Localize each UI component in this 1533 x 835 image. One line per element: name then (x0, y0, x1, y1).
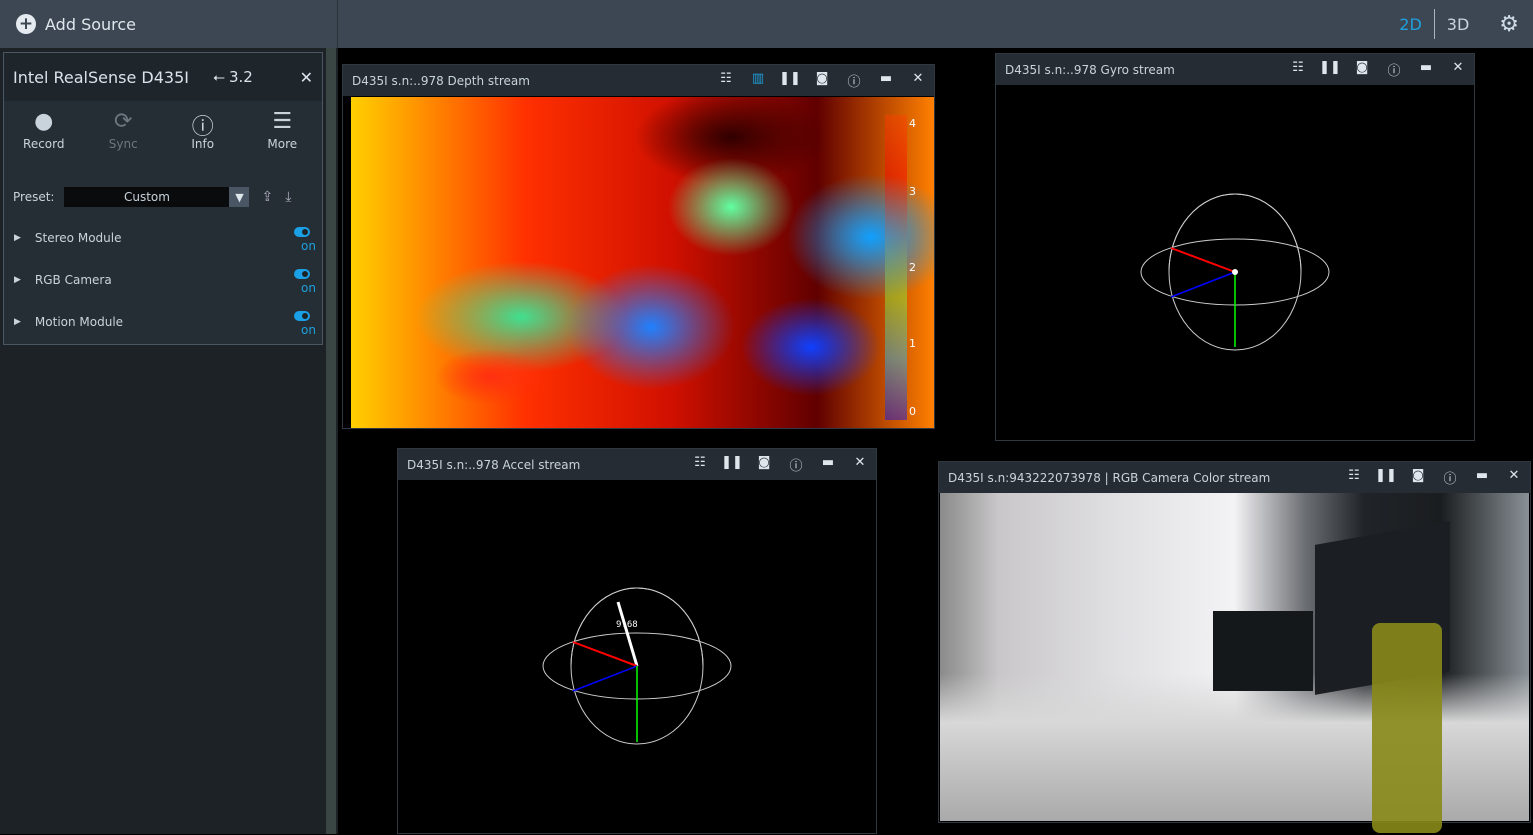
monitor (1213, 611, 1313, 691)
add-source-label: Add Source (45, 14, 137, 34)
menu-icon: ☰ (272, 109, 293, 134)
camera-icon[interactable]: ◙ (806, 71, 838, 90)
colorbar-label: 1 (909, 337, 916, 350)
stream-title: D435I s.n:..978 Gyro stream (1005, 62, 1175, 77)
info-icon[interactable]: ⓘ (1434, 468, 1466, 487)
z-axis (1170, 271, 1236, 298)
close-icon[interactable]: ✕ (300, 68, 313, 87)
accel-sphere: 9.68 (542, 587, 732, 745)
options-icon[interactable]: ☷ (684, 455, 716, 474)
close-icon[interactable]: ✕ (1442, 60, 1474, 79)
module-motion[interactable]: ▶ Motion Module on (4, 301, 322, 343)
add-source-button[interactable]: + Add Source (0, 0, 338, 48)
preset-label: Preset: (13, 190, 55, 204)
module-toggle[interactable] (294, 311, 310, 321)
module-toggle[interactable] (294, 227, 310, 237)
maximize-icon[interactable]: ▬ (812, 455, 844, 474)
sync-icon: ⟳ (114, 109, 133, 134)
expand-icon: ▶ (14, 275, 21, 285)
pause-icon[interactable]: ❚❚ (1314, 60, 1346, 79)
camera-icon[interactable]: ◙ (1346, 60, 1378, 79)
more-button[interactable]: ☰ More (243, 101, 323, 171)
expand-icon: ▶ (14, 317, 21, 327)
rgb-image[interactable] (940, 493, 1529, 833)
mode-2d-button[interactable]: 2D (1387, 15, 1434, 34)
download-icon[interactable]: ⤓ (285, 189, 291, 205)
usb-version: 3.2 (229, 68, 253, 86)
module-label: Stereo Module (34, 231, 122, 245)
preset-select[interactable]: Custom ▼ (64, 187, 250, 207)
pause-icon[interactable]: ❚❚ (716, 455, 748, 474)
device-name: Intel RealSense D435I (13, 67, 189, 87)
info-label: Info (191, 137, 215, 151)
colorbar-label: 0 (909, 405, 916, 418)
depth-stream-window: D435I s.n:..978 Depth stream ☷ ▥ ❚❚ ◙ ⓘ ▬ ✕ 4 … (342, 64, 935, 429)
close-icon[interactable]: ✕ (844, 455, 876, 474)
info-icon: ⓘ (191, 115, 214, 140)
bottle (1372, 623, 1442, 833)
sidebar-scrollbar[interactable] (326, 48, 336, 834)
info-icon[interactable]: ⓘ (838, 71, 870, 90)
depth-image[interactable] (351, 97, 934, 428)
info-icon[interactable]: ⓘ (1378, 60, 1410, 79)
options-icon[interactable]: ☷ (710, 71, 742, 90)
options-icon[interactable]: ☷ (1338, 468, 1370, 487)
colorbar-label: 4 (909, 117, 916, 130)
chevron-down-icon: ▼ (229, 187, 250, 207)
x-axis (1170, 247, 1236, 273)
gear-icon[interactable]: ⚙ (1481, 12, 1533, 37)
record-label: Record (23, 137, 65, 151)
top-bar: + Add Source 2D 3D ⚙ (0, 0, 1533, 48)
camera-icon[interactable]: ◙ (748, 455, 780, 474)
gyro-stream-window: D435I s.n:..978 Gyro stream ☷ ❚❚ ◙ ⓘ ▬ ✕ (995, 53, 1475, 441)
stream-title: D435I s.n:..978 Accel stream (407, 457, 581, 472)
sync-label: Sync (108, 137, 138, 151)
metrics-icon[interactable]: ▥ (742, 71, 774, 90)
record-button[interactable]: ● Record (4, 101, 84, 171)
device-panel: Intel RealSense D435I ⭠ 3.2 ✕ ● Record ⟳ Sy… (3, 52, 323, 345)
stream-title: D435I s.n:..978 Depth stream (352, 73, 530, 88)
preset-value: Custom (123, 190, 170, 204)
colorbar-label: 2 (909, 261, 916, 274)
maximize-icon[interactable]: ▬ (1410, 60, 1442, 79)
accel-stream-window: D435I s.n:..978 Accel stream ☷ ❚❚ ◙ ⓘ ▬ ✕ 9.6… (397, 448, 877, 834)
sync-button[interactable]: ⟳ Sync (84, 101, 164, 171)
record-icon: ● (34, 109, 54, 134)
maximize-icon[interactable]: ▬ (870, 71, 902, 90)
gyro-sphere (1140, 193, 1330, 351)
upload-icon[interactable]: ⇪ (261, 189, 273, 205)
pause-icon[interactable]: ❚❚ (1370, 468, 1402, 487)
plus-icon: + (16, 14, 36, 34)
stream-title: D435I s.n:943222073978 | RGB Camera Colo… (948, 470, 1271, 485)
module-rgb[interactable]: ▶ RGB Camera on (4, 259, 322, 301)
info-button[interactable]: ⓘ Info (163, 101, 243, 171)
accel-magnitude: 9.68 (616, 620, 638, 630)
rgb-stream-window: D435I s.n:943222073978 | RGB Camera Colo… (938, 461, 1531, 833)
expand-icon: ▶ (14, 233, 21, 243)
maximize-icon[interactable]: ▬ (1466, 468, 1498, 487)
depth-colorbar (885, 115, 907, 420)
module-state: on (301, 281, 316, 295)
usb-icon: ⭠ (212, 68, 225, 86)
module-state: on (301, 239, 316, 253)
module-label: Motion Module (34, 315, 124, 329)
more-label: More (267, 137, 298, 151)
gravity-vector (616, 601, 639, 667)
close-icon[interactable]: ✕ (1498, 468, 1530, 487)
camera-icon[interactable]: ◙ (1402, 468, 1434, 487)
colorbar-label: 3 (909, 185, 916, 198)
pause-icon[interactable]: ❚❚ (774, 71, 806, 90)
close-icon[interactable]: ✕ (902, 71, 934, 90)
module-label: RGB Camera (34, 273, 112, 287)
info-icon[interactable]: ⓘ (780, 455, 812, 474)
options-icon[interactable]: ☷ (1282, 60, 1314, 79)
module-toggle[interactable] (294, 269, 310, 279)
module-state: on (301, 323, 316, 337)
mode-3d-button[interactable]: 3D (1435, 15, 1482, 34)
module-stereo[interactable]: ▶ Stereo Module on (4, 217, 322, 259)
